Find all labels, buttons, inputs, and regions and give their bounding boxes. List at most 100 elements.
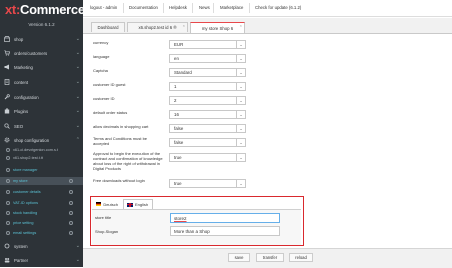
language-select[interactable]: en ⌄ <box>169 54 246 63</box>
sidebar-item-shop-configuration[interactable]: shop configuration ⌃ <box>0 135 83 145</box>
sidebar-item-partner[interactable]: Partner ⌄ <box>0 255 83 265</box>
select-value: true <box>174 155 182 160</box>
terms-conditions-select[interactable]: false ⌄ <box>169 138 246 147</box>
sidebar-item-label: configuration <box>14 94 39 100</box>
sidebar-subitem-customer-details[interactable]: customer details <box>0 188 83 196</box>
gear-icon <box>4 137 10 143</box>
gear-icon <box>69 231 73 235</box>
chevron-down-icon[interactable]: ⌄ <box>236 139 245 146</box>
tab-label: English <box>135 202 149 207</box>
sidebar-subitem-label: x61.shop2.test.t.tt <box>13 156 43 160</box>
store-title-input[interactable]: store2 <box>170 213 280 223</box>
tab-store-shop2[interactable]: x6.shop2.test id 6 ® × <box>127 22 188 32</box>
sidebar-item-label: content <box>14 79 29 85</box>
sidebar-item-label: SEO <box>14 123 24 129</box>
chevron-down-icon[interactable]: ⌄ <box>236 83 245 90</box>
sidebar-item-marketing[interactable]: Marketing ⌄ <box>0 62 83 72</box>
top-bar: logout - admin Documentation Helpdesk Ne… <box>83 0 452 17</box>
tab-dashboard[interactable]: Dashboard <box>91 22 125 32</box>
customer-id-select[interactable]: 2 ⌄ <box>169 96 246 105</box>
sidebar-item-seo[interactable]: SEO ⌄ <box>0 121 83 131</box>
sidebar-item-plugins[interactable]: Plugins ⌄ <box>0 106 83 116</box>
save-button[interactable]: save <box>228 253 250 262</box>
digital-products-approval-select[interactable]: true ⌄ <box>169 153 246 162</box>
reload-button[interactable]: reload <box>289 253 313 262</box>
sidebar-item-system[interactable]: system ⌄ <box>0 241 83 251</box>
sidebar-subitem-my-store[interactable]: my store <box>0 177 83 185</box>
transfer-button[interactable]: transfer <box>256 253 284 262</box>
logout-link[interactable]: logout - admin <box>90 5 117 10</box>
sidebar: xt:Commerce Version 6.1.2 shop ⌄ orders/… <box>0 0 85 267</box>
chevron-down-icon[interactable]: ⌄ <box>236 154 245 161</box>
chevron-down-icon[interactable]: ⌄ <box>236 41 245 48</box>
close-icon[interactable]: × <box>183 23 185 28</box>
marketplace-link[interactable]: Marketplace <box>220 5 243 10</box>
chevron-down-icon[interactable]: ⌄ <box>236 180 245 187</box>
circle-icon <box>6 221 10 225</box>
check-update-link[interactable]: Check for update (6.1.2) <box>255 5 301 10</box>
captcha-select[interactable]: Standard ⌄ <box>169 68 246 77</box>
content-icon <box>4 79 10 85</box>
sidebar-item-orders[interactable]: orders/customers ⌄ <box>0 48 83 58</box>
close-icon[interactable]: × <box>240 23 242 28</box>
gear-icon <box>69 201 73 205</box>
logo-suffix: Commerce <box>20 2 85 17</box>
sidebar-item-content[interactable]: content ⌄ <box>0 77 83 87</box>
sidebar-subitem-label: price setting <box>13 221 34 225</box>
circle-icon <box>6 148 10 152</box>
helpdesk-link[interactable]: Helpdesk <box>169 5 187 10</box>
documentation-link[interactable]: Documentation <box>129 5 158 10</box>
chevron-down-icon[interactable]: ⌄ <box>236 111 245 118</box>
shop-slogan-input[interactable]: More than a Shop <box>170 226 280 236</box>
tab-my-store[interactable]: my store Shop 6 × <box>190 22 245 33</box>
chevron-down-icon[interactable]: ⌄ <box>236 55 245 62</box>
divider <box>213 3 214 13</box>
tab-english[interactable]: English <box>123 199 153 209</box>
sidebar-subitem-price-setting[interactable]: price setting <box>0 219 83 227</box>
label-customer-id-guest: customer ID guest <box>93 82 126 87</box>
circle-icon <box>6 156 10 160</box>
label-terms-conditions: Terms and Conditions must be accepted <box>93 136 148 146</box>
chevron-down-icon: ⌄ <box>75 64 80 70</box>
customer-id-guest-select[interactable]: 1 ⌄ <box>169 82 246 91</box>
sidebar-item-shop[interactable]: shop ⌄ <box>0 34 83 44</box>
sidebar-subitem-store-2[interactable]: x61.shop2.test.t.tt <box>0 154 83 162</box>
tab-deutsch[interactable]: Deutsch <box>93 199 121 209</box>
language-section: Deutsch English store title store2 Shop-… <box>90 196 304 246</box>
chevron-down-icon[interactable]: ⌄ <box>236 69 245 76</box>
label-allow-decimals: allow decimals in shopping cart <box>93 124 149 129</box>
sidebar-item-label: system <box>14 243 28 249</box>
label-free-downloads: Free downloads without login <box>93 178 145 183</box>
cart-icon <box>4 50 10 56</box>
chevron-down-icon[interactable]: ⌄ <box>236 97 245 104</box>
german-flag-icon <box>96 202 102 206</box>
sidebar-subitem-vat-id[interactable]: VAT-ID options <box>0 199 83 207</box>
sidebar-item-configuration[interactable]: configuration ⌄ <box>0 92 83 102</box>
circle-icon <box>6 201 10 205</box>
select-value: EUR <box>174 42 184 47</box>
sidebar-item-label: Partner <box>14 257 29 263</box>
chevron-down-icon[interactable]: ⌄ <box>236 125 245 132</box>
sidebar-subitem-store-1[interactable]: x61-ci.devxtgenion.com.s.t <box>0 146 83 154</box>
select-value: 16 <box>174 112 179 117</box>
chevron-down-icon: ⌄ <box>75 108 80 114</box>
tab-label: x6.shop2.test id 6 ® <box>138 25 177 30</box>
default-order-status-select[interactable]: 16 ⌄ <box>169 110 246 119</box>
chevron-up-icon: ⌃ <box>75 137 80 143</box>
sidebar-subitem-label: stock handling <box>13 211 38 215</box>
seo-icon <box>4 123 10 129</box>
sidebar-subitem-stock-handling[interactable]: stock handling <box>0 209 83 217</box>
label-currency: currency <box>93 40 109 45</box>
allow-decimals-select[interactable]: false ⌄ <box>169 124 246 133</box>
currency-select[interactable]: EUR ⌄ <box>169 40 246 49</box>
sidebar-subitem-email-settings[interactable]: email settings <box>0 229 83 237</box>
news-link[interactable]: News <box>199 5 210 10</box>
app-logo[interactable]: xt:Commerce <box>0 0 85 20</box>
select-value: false <box>174 126 184 131</box>
sidebar-subitem-store-manager[interactable]: store manager <box>0 166 83 174</box>
gear-icon <box>69 211 73 215</box>
version-label: Version 6.1.2 <box>28 22 55 27</box>
circle-icon <box>6 211 10 215</box>
gear-icon <box>69 221 73 225</box>
free-downloads-select[interactable]: true ⌄ <box>169 179 246 188</box>
